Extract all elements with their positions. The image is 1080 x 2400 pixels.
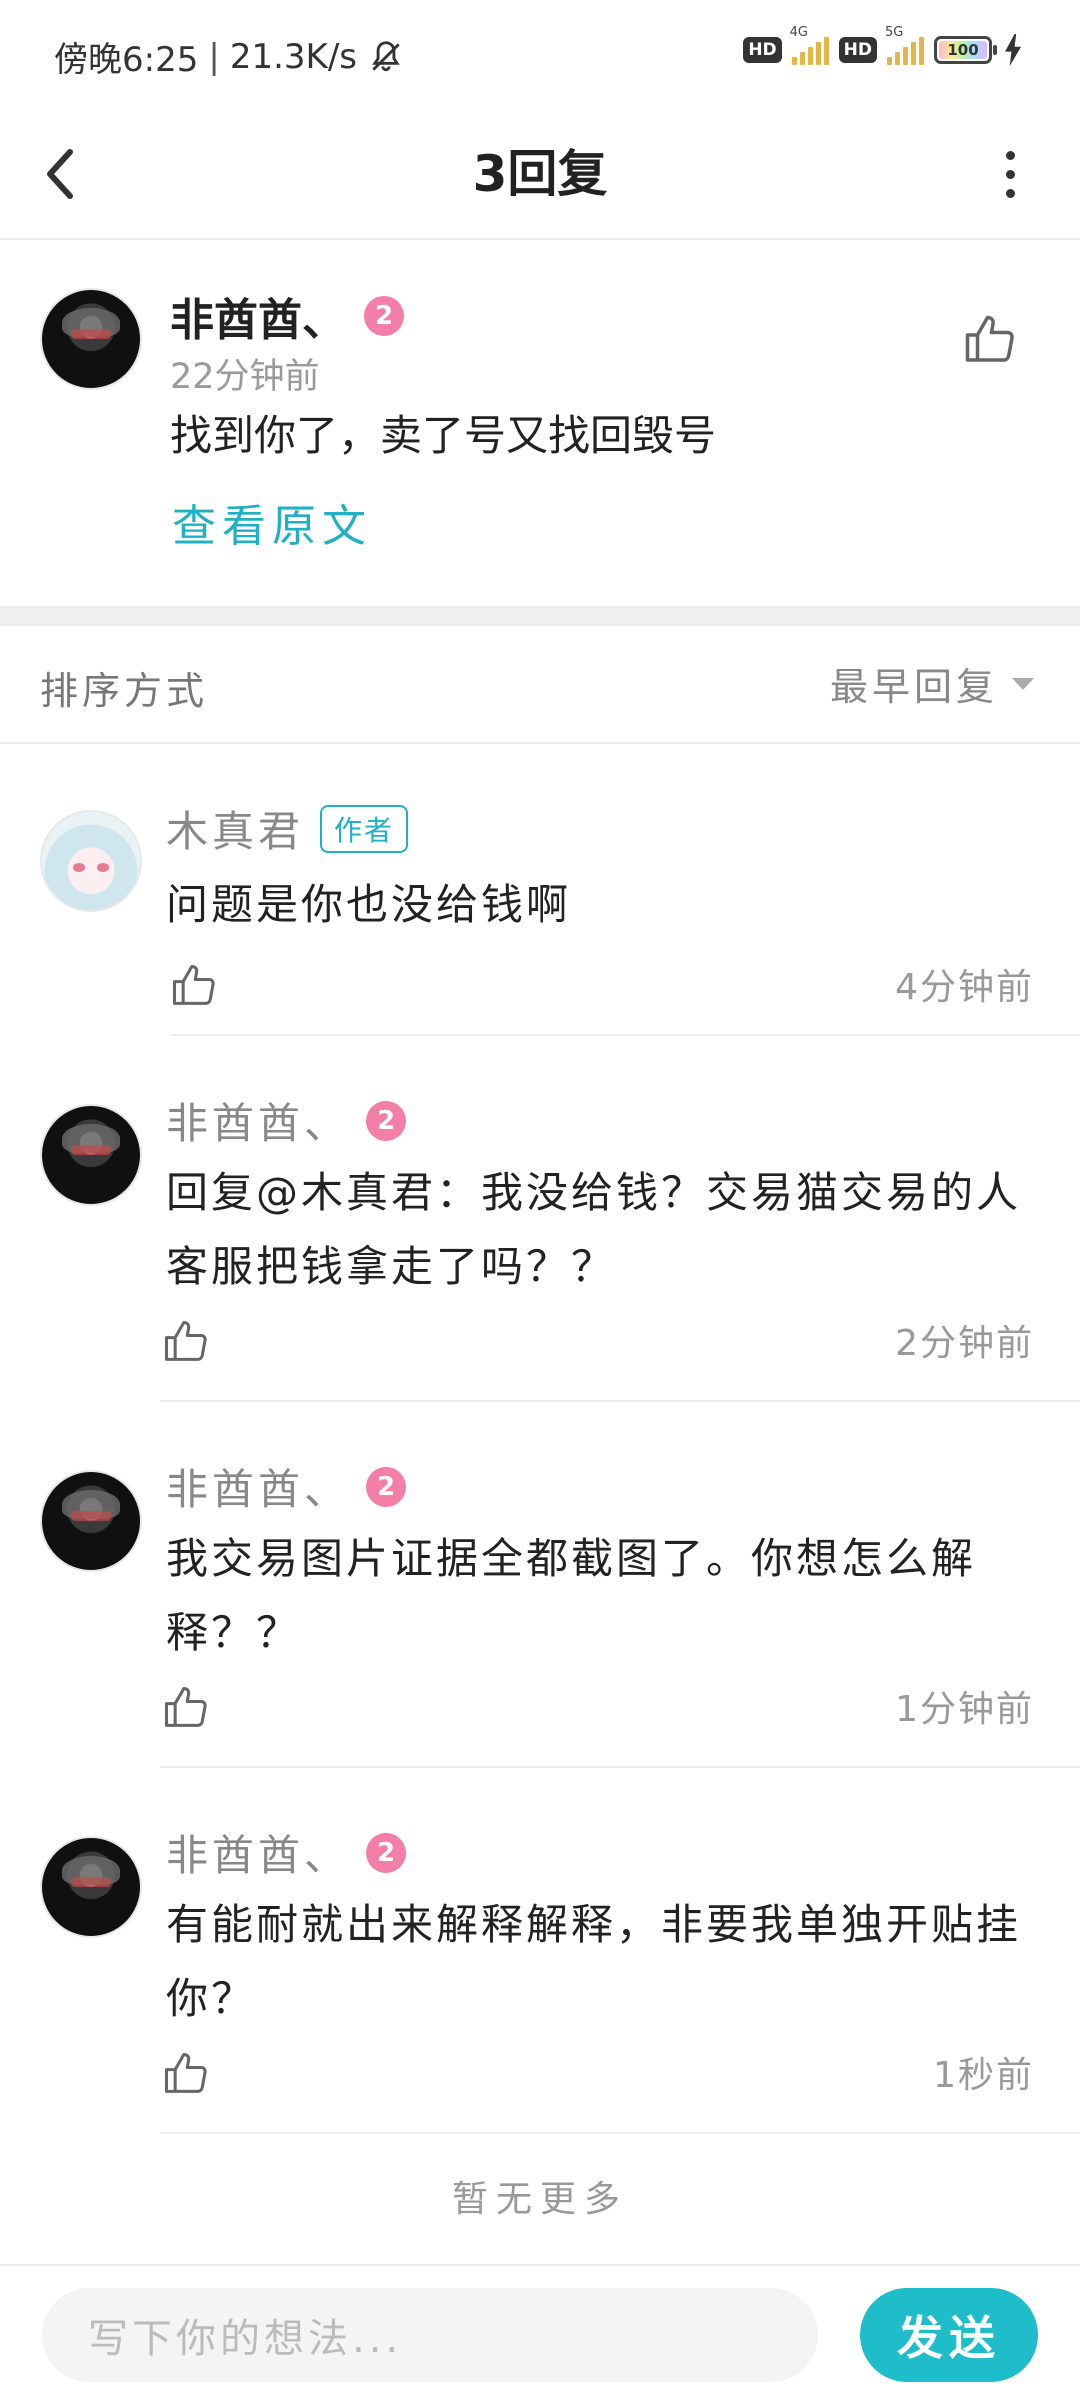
reply-text: 问题是你也没给钱啊 bbox=[166, 880, 572, 929]
network-type-2: 5G bbox=[885, 25, 904, 40]
section-divider bbox=[0, 606, 1080, 626]
author-tag: 作者 bbox=[320, 804, 409, 853]
level-badge: 2 bbox=[366, 1100, 407, 1141]
level-badge: 2 bbox=[366, 1832, 407, 1873]
sort-dropdown[interactable]: 最早回复 bbox=[830, 656, 1034, 711]
status-separator: | bbox=[208, 36, 220, 77]
signal-icon-1: 4G bbox=[790, 25, 829, 65]
battery-level: 100 bbox=[939, 41, 987, 59]
comment-input-bar: 写下你的想法... 发送 bbox=[0, 2264, 1080, 2400]
avatar[interactable] bbox=[40, 1470, 142, 1572]
reply-author: 木真君 作者 bbox=[166, 798, 409, 859]
more-dot-icon bbox=[1005, 169, 1015, 179]
author-name[interactable]: 非酋酋、 bbox=[166, 1090, 350, 1151]
view-original-link[interactable]: 查看原文 bbox=[172, 490, 372, 554]
author-name[interactable]: 非酋酋、 bbox=[166, 1456, 350, 1517]
more-options-button[interactable] bbox=[980, 134, 1040, 214]
comment-input[interactable]: 写下你的想法... bbox=[42, 2288, 818, 2382]
level-badge: 2 bbox=[364, 296, 404, 336]
avatar[interactable] bbox=[40, 1836, 142, 1938]
thumbs-up-icon[interactable] bbox=[168, 960, 220, 1012]
author-name[interactable]: 木真君 bbox=[166, 798, 304, 859]
signal-icon-2: 5G bbox=[885, 25, 924, 65]
thumbs-up-icon[interactable] bbox=[160, 1682, 212, 1734]
sort-label: 排序方式 bbox=[40, 669, 209, 713]
sort-selected: 最早回复 bbox=[829, 665, 998, 709]
reply-author: 非酋酋、 2 bbox=[166, 1090, 407, 1151]
sort-bar: 排序方式 最早回复 bbox=[0, 626, 1080, 744]
author-name[interactable]: 非酋酋、 bbox=[166, 1822, 350, 1883]
charging-icon bbox=[1005, 34, 1021, 66]
reply-author: 非酋酋、 2 bbox=[166, 1456, 407, 1517]
reply-time: 1秒前 bbox=[933, 2055, 1034, 2096]
comment-time: 22分钟前 bbox=[170, 357, 320, 397]
status-time: 傍晚6:25 bbox=[54, 40, 199, 80]
status-right: HD 4G HD 5G 100 bbox=[743, 25, 1024, 66]
reply-item: 非酋酋、 2 有能耐就出来解释解释，非要我单独开贴挂你？ 1秒前 bbox=[0, 1768, 1080, 2134]
comment-author: 非酋酋、 2 bbox=[170, 284, 404, 348]
reply-time: 2分钟前 bbox=[895, 1323, 1034, 1364]
network-speed: 21.3K/s bbox=[229, 36, 357, 77]
page-title: 3回复 bbox=[472, 145, 608, 203]
hd-badge-1: HD bbox=[743, 37, 782, 63]
hd-badge-2: HD bbox=[838, 37, 877, 63]
more-dot-icon bbox=[1005, 150, 1015, 160]
thumbs-up-icon[interactable] bbox=[960, 310, 1020, 370]
level-badge: 2 bbox=[366, 1466, 407, 1507]
no-more-label: 暂无更多 bbox=[451, 2179, 628, 2220]
reply-item: 非酋酋、 2 回复@木真君：我没给钱？交易猫交易的人客服把钱拿走了吗？？ 2分钟… bbox=[0, 1036, 1080, 1402]
author-name[interactable]: 非酋酋、 bbox=[170, 284, 346, 348]
thumbs-up-icon[interactable] bbox=[160, 1316, 212, 1368]
reply-text: 有能耐就出来解释解释，非要我单独开贴挂你？ bbox=[166, 1900, 1022, 2023]
comment-text: 找到你了，卖了号又找回毁号 bbox=[170, 411, 717, 460]
reply-text: 我交易图片证据全都截图了。你想怎么解释？？ bbox=[166, 1534, 977, 1657]
reply-author: 非酋酋、 2 bbox=[166, 1822, 407, 1883]
reply-divider bbox=[160, 2132, 1080, 2134]
top-bar: 3回复 bbox=[0, 112, 1080, 240]
original-comment: 非酋酋、 2 22分钟前 找到你了，卖了号又找回毁号 查看原文 bbox=[0, 240, 1080, 606]
avatar[interactable] bbox=[40, 288, 142, 390]
reply-text: 回复@木真君：我没给钱？交易猫交易的人客服把钱拿走了吗？？ bbox=[166, 1168, 1022, 1291]
battery-icon: 100 bbox=[934, 36, 997, 64]
reply-item: 木真君 作者 问题是你也没给钱啊 4分钟前 bbox=[0, 746, 1080, 1036]
bell-muted-icon bbox=[372, 40, 400, 71]
thumbs-up-icon[interactable] bbox=[160, 2048, 212, 2100]
send-button[interactable]: 发送 bbox=[860, 2288, 1038, 2382]
reply-time: 1分钟前 bbox=[895, 1689, 1034, 1730]
avatar[interactable] bbox=[40, 1104, 142, 1206]
caret-down-icon bbox=[1012, 677, 1034, 690]
avatar[interactable] bbox=[40, 810, 142, 912]
network-type-1: 4G bbox=[789, 25, 809, 40]
reply-item: 非酋酋、 2 我交易图片证据全都截图了。你想怎么解释？？ 1分钟前 bbox=[0, 1402, 1080, 1768]
more-dot-icon bbox=[1005, 188, 1015, 198]
status-left: 傍晚6:25 | 21.3K/s bbox=[54, 32, 405, 81]
reply-time: 4分钟前 bbox=[895, 967, 1034, 1008]
status-bar: 傍晚6:25 | 21.3K/s HD 4G HD 5G 100 bbox=[0, 0, 1080, 112]
